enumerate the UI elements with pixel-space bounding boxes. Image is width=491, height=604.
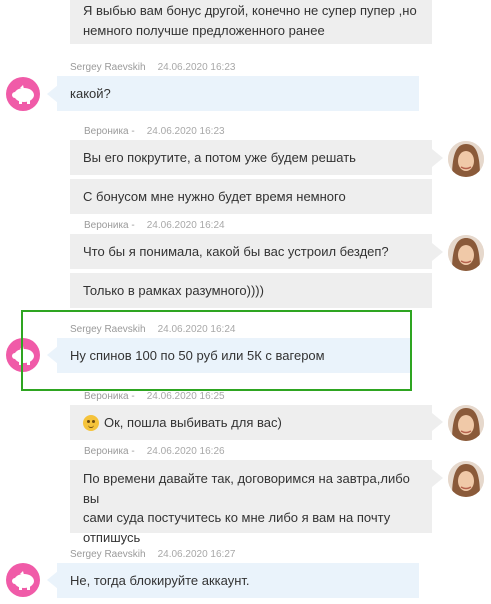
message-meta: Вероника - 24.06.2020 16:24 [84, 220, 225, 231]
message-text-line: сами суда постучитесь ко мне либо я вам … [83, 510, 391, 525]
message-text: Ок, пошла выбивать для вас) [104, 414, 282, 430]
operator-photo [448, 235, 484, 271]
message-time: 24.06.2020 16:27 [157, 549, 236, 560]
highlight-box [21, 310, 412, 391]
message-meta: Вероника - 24.06.2020 16:23 [84, 126, 225, 137]
sender-name: Вероника - [84, 391, 135, 402]
message-text-line: Я выбью вам бонус другой, конечно не суп… [83, 3, 417, 18]
bubble-tail [432, 469, 443, 487]
message-text-line: немного получше предложенного ранее [83, 22, 325, 38]
bubble-tail [432, 243, 443, 261]
message-meta: Sergey Raevskih 24.06.2020 16:23 [70, 62, 235, 73]
message-text: какой? [70, 85, 111, 101]
message-meta: Вероника - 24.06.2020 16:25 [84, 391, 225, 402]
message-bubble: Не, тогда блокируйте аккаунт. [57, 563, 419, 598]
message-text: Не, тогда блокируйте аккаунт. [70, 572, 250, 588]
smiling-face-emoji-icon [83, 414, 99, 431]
message-bubble: Только в рамках разумного)))) [70, 273, 432, 308]
user-avatar [6, 77, 40, 111]
bubble-tail [432, 413, 443, 431]
sender-name: Вероника - [84, 126, 135, 137]
message-time: 24.06.2020 16:25 [146, 391, 225, 402]
message-bubble: Вы его покрутите, а потом уже будем реша… [70, 140, 432, 175]
message-text-line: отпишусь [83, 529, 141, 545]
pig-icon [12, 85, 34, 104]
operator-photo [448, 461, 484, 497]
operator-photo [448, 405, 484, 441]
message-text: Что бы я понимала, какой бы вас устроил … [83, 243, 389, 259]
message-time: 24.06.2020 16:26 [146, 446, 225, 457]
message-text-line: По времени давайте так, договоримся на з… [83, 471, 410, 506]
message-meta: Вероника - 24.06.2020 16:26 [84, 446, 225, 457]
operator-avatar [448, 461, 484, 497]
message-bubble: Что бы я понимала, какой бы вас устроил … [70, 234, 432, 269]
message-text: С бонусом мне нужно будет время немного [83, 188, 346, 204]
message-bubble: По времени давайте так, договоримся на з… [70, 460, 432, 545]
operator-avatar [448, 405, 484, 441]
sender-name: Sergey Raevskih [70, 549, 146, 560]
sender-name: Вероника - [84, 446, 135, 457]
message-bubble: какой? [57, 76, 419, 111]
message-text: Вы его покрутите, а потом уже будем реша… [83, 149, 356, 165]
message-time: 24.06.2020 16:23 [157, 62, 236, 73]
user-avatar [6, 563, 40, 597]
operator-photo [448, 141, 484, 177]
operator-avatar [448, 141, 484, 177]
message-time: 24.06.2020 16:23 [146, 126, 225, 137]
pig-icon [12, 571, 34, 590]
operator-avatar [448, 235, 484, 271]
message-bubble: Ок, пошла выбивать для вас) [70, 405, 432, 440]
sender-name: Sergey Raevskih [70, 62, 146, 73]
bubble-tail [432, 149, 443, 167]
sender-name: Вероника - [84, 220, 135, 231]
message-text: Только в рамках разумного)))) [83, 282, 264, 298]
message-bubble: С бонусом мне нужно будет время немного [70, 179, 432, 214]
message-meta: Sergey Raevskih 24.06.2020 16:27 [70, 549, 235, 560]
message-time: 24.06.2020 16:24 [146, 220, 225, 231]
message-bubble: Я выбью вам бонус другой, конечно не суп… [70, 0, 432, 44]
